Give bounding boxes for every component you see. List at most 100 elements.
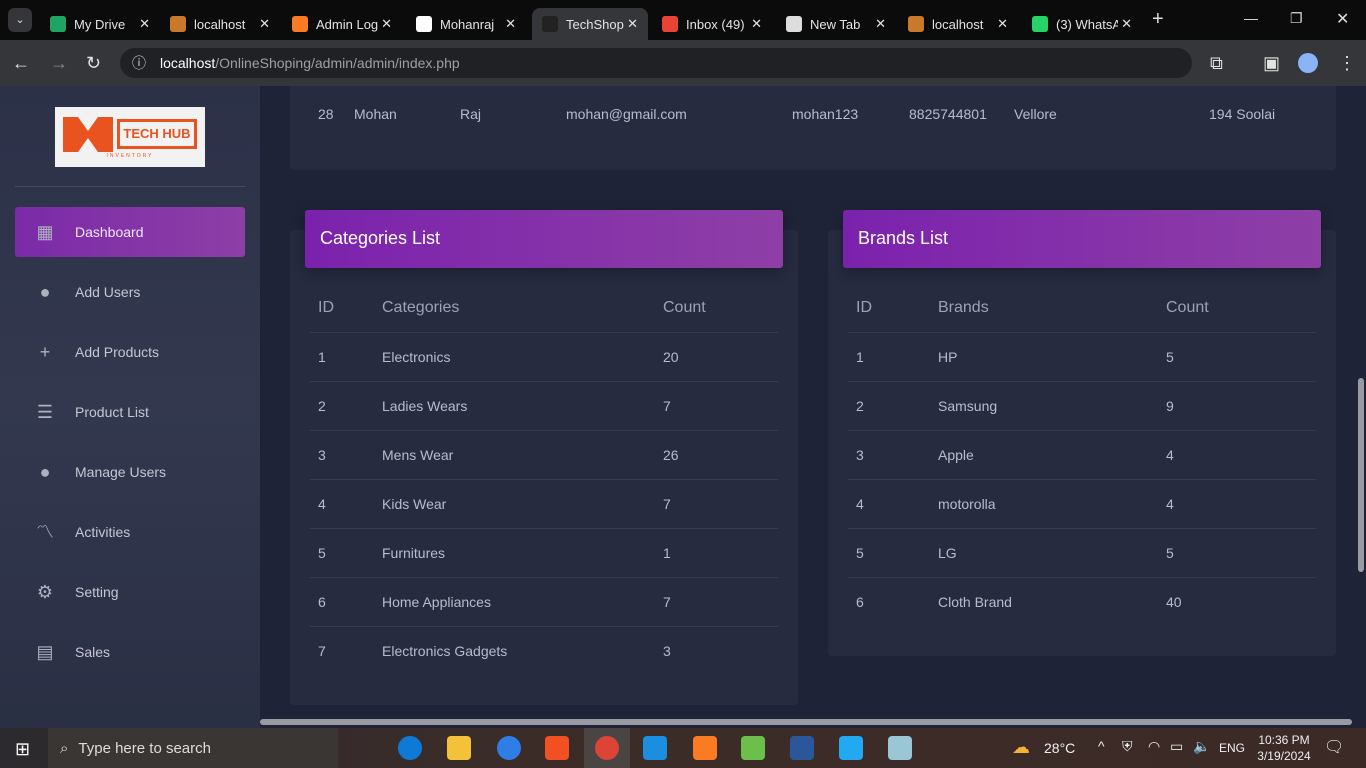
sidebar-item-dashboard[interactable]: ▦ Dashboard [15,207,245,257]
logo-text: TECH HUB [117,119,197,149]
tab-label: Inbox (49) [686,16,745,32]
url-bar[interactable]: ⓘ localhost/OnlineShoping/admin/admin/in… [120,48,1192,78]
notifications-icon[interactable]: 🗨 [1324,737,1344,757]
tab-close-icon[interactable]: ✕ [1121,16,1132,32]
extensions-icon[interactable]: ⧉ [1210,53,1223,74]
table-cell: 7 [318,642,326,659]
sidebar-item-add-products[interactable]: + Add Products [15,327,245,377]
table-cell: 3 [848,430,930,480]
menu-icon[interactable]: ⋮ [1338,53,1356,74]
maximize-button[interactable]: ❐ [1290,10,1303,27]
column-header: Count [655,283,778,333]
language-indicator[interactable]: ENG [1219,741,1245,755]
tab-label: (3) WhatsApp [1056,16,1118,32]
tab-1[interactable]: localhost ✕ [160,8,280,40]
tab-close-icon[interactable]: ✕ [997,16,1008,32]
users-table-card: 28 Mohan Raj mohan@gmail.com mohan123 8825744… [290,86,1336,170]
chrome-taskbar-button[interactable] [584,728,630,768]
table-cell: Mohan [354,106,397,122]
word-icon[interactable] [790,736,814,760]
weather-temp[interactable]: 28°C [1044,740,1075,756]
battery-icon[interactable]: ▭ [1170,738,1183,755]
sidebar-item-activities[interactable]: 〽 Activities [15,507,245,557]
tab-label: Admin Login [316,16,378,32]
new-tab-button[interactable]: + [1152,8,1164,31]
tab-favicon-icon [416,16,432,32]
sidebar-item-label: Add Products [75,344,160,360]
tech-hub-logo[interactable]: TECH HUB INVENTORY [55,107,205,167]
tab-close-icon[interactable]: ✕ [259,16,270,32]
tab-close-icon[interactable]: ✕ [627,16,638,32]
security-shield-icon[interactable]: ⛨ [1122,738,1133,755]
tab-6[interactable]: New Tab ✕ [776,8,896,40]
table-cell: 1 [310,332,374,382]
app-icon-2[interactable] [741,736,765,760]
table-cell: mohan@gmail.com [566,106,687,122]
sidebar-item-manage-users[interactable]: ● Manage Users [15,447,245,497]
site-info-icon[interactable]: ⓘ [132,53,146,73]
clock[interactable]: 10:36 PM 3/19/2024 [1256,732,1312,764]
table-cell: 3 [310,430,374,480]
sidebar-item-setting[interactable]: ⚙ Setting [15,567,245,617]
volume-icon[interactable]: 🔈 [1193,738,1210,755]
tab-close-icon[interactable]: ✕ [751,16,762,32]
table-row: 4 Kids Wear 7 [310,479,778,529]
table-cell: Mens Wear [374,430,655,480]
vertical-scrollbar[interactable] [1356,86,1366,722]
microsoft-store-icon[interactable] [545,736,569,760]
tab-search-button[interactable]: ⌄ [8,8,32,32]
tray-chevron-icon[interactable]: ^ [1098,738,1105,754]
table-cell: Vellore [1014,106,1057,122]
tab-5[interactable]: Inbox (49) ✕ [652,8,772,40]
edge-icon[interactable] [398,736,422,760]
table-row: 5 LG 5 [848,528,1316,578]
table-cell: Cloth Brand [938,593,1012,610]
minimize-button[interactable]: — [1244,10,1258,26]
table-row: 6 Cloth Brand 40 [848,577,1316,626]
tab-4[interactable]: TechShop ✕ [532,8,648,40]
forward-button[interactable]: → [50,53,68,74]
tab-2[interactable]: Admin Login✕ [282,8,402,40]
file-explorer-icon[interactable] [447,736,471,760]
tab-0[interactable]: My Drive ✕ [40,8,160,40]
table-cell: 5 [848,528,930,578]
weather-icon[interactable]: ☁ [1012,737,1030,758]
sidebar-item-product-list[interactable]: ☰ Product List [15,387,245,437]
sidebar-item-label: Setting [75,584,119,600]
tab-close-icon[interactable]: ✕ [875,16,886,32]
sidebar-item-label: Manage Users [75,464,167,480]
table-cell: 4 [1158,430,1316,480]
windows-start-icon[interactable]: ⊞ [15,739,30,760]
sidebar-item-label: Add Users [75,284,141,300]
wifi-icon[interactable]: ◠ [1148,738,1160,755]
reload-button[interactable]: ↻ [86,53,101,74]
sidebar-item-add-users[interactable]: ● Add Users [15,267,245,317]
table-row: 7 Electronics Gadgets 3 [310,626,778,675]
tab-favicon-icon [786,16,802,32]
tab-8[interactable]: (3) WhatsApp✕ [1022,8,1142,40]
column-header: Brands [930,283,1158,333]
taskbar-search-box[interactable]: ⌕ Type here to search [48,728,338,768]
table-cell: mohan123 [792,106,859,122]
close-window-button[interactable]: ✕ [1336,9,1349,29]
tab-close-icon[interactable]: ✕ [139,16,150,32]
vscode-icon[interactable] [839,736,863,760]
table-row: 3 Mens Wear 26 [310,430,778,480]
tab-7[interactable]: localhost ✕ [898,8,1018,40]
sidebar-item-sales[interactable]: ▤ Sales [15,627,245,677]
table-cell: Ladies Wears [374,381,655,431]
horizontal-scrollbar-thumb[interactable] [260,719,1352,725]
app-icon-3[interactable] [888,736,912,760]
back-button[interactable]: ← [12,53,30,74]
tab-3[interactable]: Mohanraj ✕ [406,8,526,40]
app-icon[interactable] [643,736,667,760]
tab-close-icon[interactable]: ✕ [505,16,516,32]
table-cell: 4 [310,479,374,529]
table-cell: LG [930,528,1158,578]
app-store-icon[interactable] [497,736,521,760]
vertical-scrollbar-thumb[interactable] [1358,378,1364,572]
side-panel-icon[interactable]: ▣ [1263,53,1280,74]
profile-avatar[interactable] [1298,53,1318,73]
tab-close-icon[interactable]: ✕ [381,16,392,32]
xampp-icon[interactable] [693,736,717,760]
